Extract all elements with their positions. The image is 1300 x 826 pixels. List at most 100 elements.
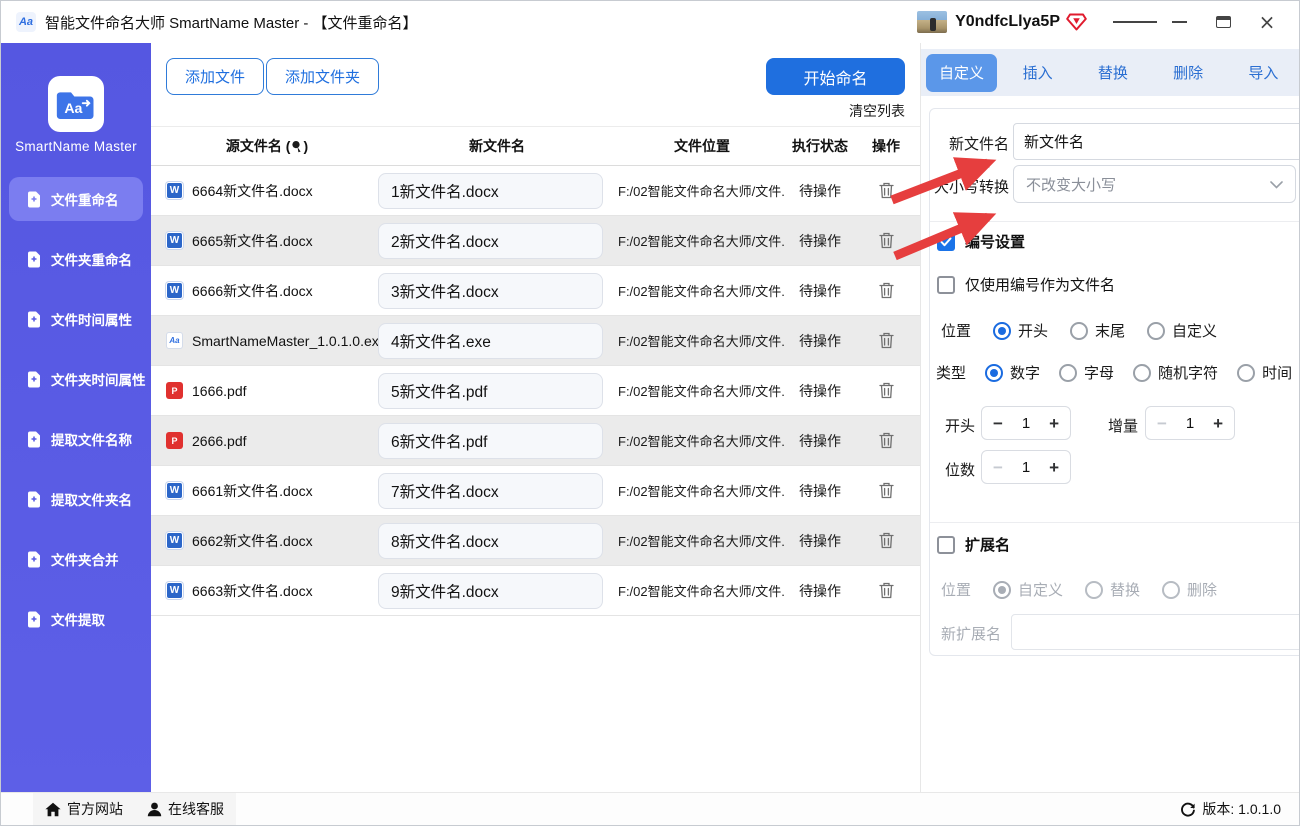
sidebar-item-folder-rename[interactable]: 文件夹重命名: [9, 237, 143, 281]
new-filename-input[interactable]: 2新文件名.docx: [378, 223, 603, 259]
radio-ext-custom[interactable]: 自定义: [993, 579, 1063, 600]
only-number-label: 仅使用编号作为文件名: [965, 274, 1115, 295]
delete-button[interactable]: [852, 482, 920, 499]
minus-button[interactable]: −: [1157, 415, 1167, 432]
radio-ext-delete[interactable]: 删除: [1162, 579, 1217, 600]
radio-icon: [1059, 364, 1077, 382]
delete-button[interactable]: [852, 332, 920, 349]
radio-icon: [1162, 581, 1180, 599]
file-location: F:/02智能文件命名大师/文件.: [616, 281, 788, 300]
delete-button[interactable]: [852, 582, 920, 599]
checkbox-unchecked-icon[interactable]: [937, 536, 955, 554]
increment-stepper[interactable]: − 1 +: [1145, 406, 1235, 440]
checkbox-checked-icon[interactable]: [937, 233, 955, 251]
minus-button[interactable]: −: [993, 459, 1003, 476]
word-file-icon: W: [166, 482, 183, 499]
delete-button[interactable]: [852, 432, 920, 449]
sidebar-item-extract-filename[interactable]: 提取文件名称: [9, 417, 143, 461]
table-row: AaSmartNameMaster_1.0.1.0.exe 4新文件名.exe …: [151, 316, 920, 366]
radio-type-number[interactable]: 数字: [985, 362, 1040, 383]
new-filename-input[interactable]: 5新文件名.pdf: [378, 373, 603, 409]
vip-badge-icon[interactable]: [1066, 12, 1087, 32]
radio-position-custom[interactable]: 自定义: [1147, 320, 1217, 341]
new-filename-input[interactable]: 8新文件名.docx: [378, 523, 603, 559]
tab-replace[interactable]: 替换: [1075, 62, 1150, 83]
delete-button[interactable]: [852, 532, 920, 549]
new-extension-field[interactable]: [1011, 614, 1300, 650]
checkbox-unchecked-icon[interactable]: [937, 276, 955, 294]
file-location: F:/02智能文件命名大师/文件.: [616, 431, 788, 450]
app-logo-icon: Aa: [16, 12, 36, 32]
file-location: F:/02智能文件命名大师/文件.: [616, 331, 788, 350]
sidebar-item-file-extract[interactable]: 文件提取: [9, 597, 143, 641]
position-label: 位置: [941, 320, 971, 341]
sidebar-item-file-rename[interactable]: 文件重命名: [9, 177, 143, 221]
tab-delete[interactable]: 删除: [1151, 62, 1226, 83]
case-convert-select[interactable]: 不改变大小写: [1013, 165, 1296, 203]
radio-ext-replace[interactable]: 替换: [1085, 579, 1140, 600]
header-source: 源文件名 ( ): [156, 136, 378, 156]
new-filename-input[interactable]: 3新文件名.docx: [378, 273, 603, 309]
radio-position-end[interactable]: 末尾: [1070, 320, 1125, 341]
radio-icon: [1237, 364, 1255, 382]
source-filename: 6662新文件名.docx: [192, 531, 313, 551]
extension-checkbox-row[interactable]: 扩展名: [937, 534, 1010, 555]
online-support-link[interactable]: 在线客服: [135, 793, 236, 825]
plus-button[interactable]: +: [1049, 459, 1059, 476]
start-rename-button[interactable]: 开始命名: [766, 58, 905, 95]
word-file-icon: W: [166, 282, 183, 299]
clear-list-button[interactable]: 清空列表: [849, 101, 905, 121]
doc-plus-icon: [27, 311, 41, 328]
plus-button[interactable]: +: [1049, 415, 1059, 432]
radio-position-start[interactable]: 开头: [993, 320, 1048, 341]
radio-icon: [1147, 322, 1165, 340]
tab-import[interactable]: 导入: [1226, 62, 1300, 83]
radio-type-letter[interactable]: 字母: [1059, 362, 1114, 383]
new-filename-field[interactable]: [1013, 123, 1300, 160]
new-filename-input[interactable]: 6新文件名.pdf: [378, 423, 603, 459]
username[interactable]: Y0ndfcLlya5P: [955, 13, 1060, 31]
add-folder-button[interactable]: 添加文件夹: [266, 58, 379, 95]
menu-button[interactable]: [1113, 5, 1157, 39]
new-filename-input[interactable]: 4新文件名.exe: [378, 323, 603, 359]
delete-button[interactable]: [852, 282, 920, 299]
new-filename-input[interactable]: 1新文件名.docx: [378, 173, 603, 209]
trash-icon: [879, 432, 894, 449]
source-filename: 6664新文件名.docx: [192, 181, 313, 201]
minus-button[interactable]: −: [993, 415, 1003, 432]
ext-position-label: 位置: [941, 579, 971, 600]
digits-label: 位数: [945, 459, 975, 480]
plus-button[interactable]: +: [1213, 415, 1223, 432]
sidebar-nav: 文件重命名 文件夹重命名 文件时间属性 文件夹时间属性 提取文件名称: [9, 177, 143, 657]
source-filename: 6666新文件名.docx: [192, 281, 313, 301]
numbering-checkbox-row[interactable]: 编号设置: [937, 231, 1025, 252]
delete-button[interactable]: [852, 382, 920, 399]
delete-button[interactable]: [852, 232, 920, 249]
official-website-link[interactable]: 官方网站: [33, 793, 135, 825]
digits-stepper[interactable]: − 1 +: [981, 450, 1071, 484]
numbering-label: 编号设置: [965, 231, 1025, 252]
new-filename-input[interactable]: 7新文件名.docx: [378, 473, 603, 509]
new-filename-input[interactable]: 9新文件名.docx: [378, 573, 603, 609]
trash-icon: [879, 532, 894, 549]
sidebar-item-file-time[interactable]: 文件时间属性: [9, 297, 143, 341]
add-file-button[interactable]: 添加文件: [166, 58, 264, 95]
radio-type-random[interactable]: 随机字符: [1133, 362, 1218, 383]
delete-button[interactable]: [852, 182, 920, 199]
radio-type-time[interactable]: 时间: [1237, 362, 1292, 383]
sidebar-item-extract-foldername[interactable]: 提取文件夹名: [9, 477, 143, 521]
minimize-button[interactable]: [1157, 5, 1201, 39]
close-button[interactable]: ×: [1245, 5, 1289, 39]
radio-selected-icon: [993, 322, 1011, 340]
only-number-checkbox-row[interactable]: 仅使用编号作为文件名: [937, 274, 1115, 295]
extension-position-row: 位置 自定义 替换 删除: [941, 579, 1217, 600]
sidebar-item-folder-merge[interactable]: 文件夹合并: [9, 537, 143, 581]
tab-custom[interactable]: 自定义: [926, 54, 997, 92]
sidebar-item-folder-time[interactable]: 文件夹时间属性: [9, 357, 143, 401]
version-info[interactable]: 版本: 1.0.1.0: [1180, 799, 1299, 819]
start-number-stepper[interactable]: − 1 +: [981, 406, 1071, 440]
maximize-button[interactable]: [1201, 5, 1245, 39]
tab-insert[interactable]: 插入: [1000, 62, 1075, 83]
user-avatar[interactable]: [917, 11, 947, 33]
source-filename: 6663新文件名.docx: [192, 581, 313, 601]
